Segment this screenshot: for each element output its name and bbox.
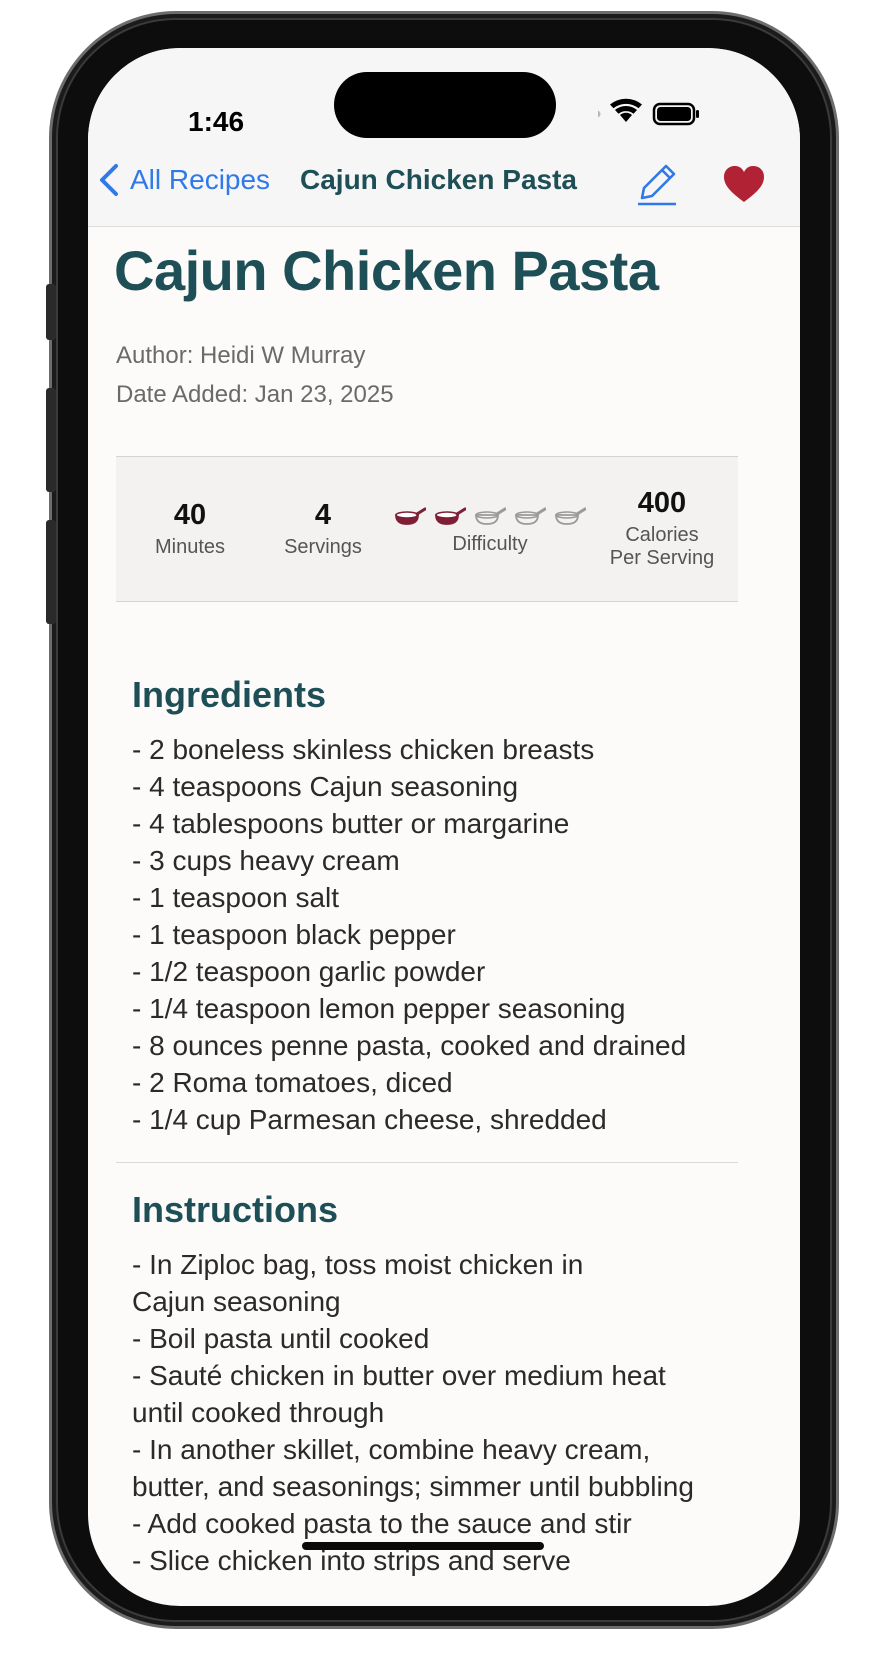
frying-pan-empty-icon [515, 507, 546, 525]
navigation-bar: 1:46 All Recipes Cajun Chicken Pasta [88, 48, 800, 227]
battery-icon [652, 102, 699, 126]
stat-difficulty: Difficulty [392, 507, 588, 556]
ingredient-item: - 1/4 teaspoon lemon pepper seasoning [132, 993, 626, 1024]
ingredient-item: - 3 cups heavy cream [132, 845, 400, 876]
difficulty-label: Difficulty [452, 533, 528, 555]
ingredient-item: - 4 tablespoons butter or margarine [132, 808, 570, 839]
ingredient-item: - 1/2 teaspoon garlic powder [132, 956, 486, 987]
stat-minutes: 40 Minutes [138, 499, 242, 559]
heart-icon [724, 166, 764, 202]
volume-down-button [46, 520, 56, 624]
frying-pan-filled-icon [395, 507, 426, 525]
status-icons [598, 98, 699, 126]
instruction-step: - Boil pasta until cooked [132, 1323, 430, 1354]
servings-label: Servings [284, 536, 362, 558]
section-divider [116, 1162, 738, 1163]
ingredient-item: - 2 boneless skinless chicken breasts [132, 734, 595, 765]
recipe-author: Author: Heidi W Murray [116, 342, 366, 369]
instruction-step: Cajun seasoning [132, 1286, 341, 1317]
pencil-icon [638, 164, 676, 206]
app-screen: 1:46 All Recipes Cajun Chicken Pasta Caj… [88, 48, 800, 1606]
ingredient-item: - 2 Roma tomatoes, diced [132, 1067, 453, 1098]
instruction-step: - Add cooked pasta to the sauce and stir [132, 1508, 632, 1539]
instruction-step: - In another skillet, combine heavy crea… [132, 1434, 651, 1465]
ingredient-item: - 1 teaspoon black pepper [132, 919, 456, 950]
instructions-list: - In Ziploc bag, toss moist chicken in Ca… [132, 1246, 752, 1579]
instruction-step: until cooked through [132, 1397, 385, 1428]
stat-calories: 400 Calories Per Serving [600, 487, 724, 570]
chevron-left-icon [100, 164, 118, 196]
ingredient-item: - 1 teaspoon salt [132, 882, 340, 913]
ingredients-heading: Ingredients [132, 674, 327, 715]
instructions-heading: Instructions [132, 1189, 339, 1230]
ingredient-item: - 1/4 cup Parmesan cheese, shredded [132, 1104, 607, 1135]
stat-servings: 4 Servings [266, 499, 380, 559]
action-button [46, 284, 56, 340]
nav-title: Cajun Chicken Pasta [300, 164, 577, 195]
favorite-button[interactable] [722, 164, 766, 204]
calories-label-line-1: Calories [625, 524, 699, 546]
servings-value: 4 [314, 499, 332, 531]
ingredient-item: - 4 teaspoons Cajun seasoning [132, 771, 519, 802]
calories-label-line-2: Per Serving [609, 547, 715, 569]
minutes-label: Minutes [154, 536, 226, 558]
recipe-stats: 40 Minutes 4 Servings Difficulty 400 Cal… [116, 456, 738, 602]
frying-pan-empty-icon [555, 507, 586, 525]
recipe-date-added: Date Added: Jan 23, 2025 [116, 381, 394, 408]
instruction-step: butter, and seasonings; simmer until bub… [132, 1471, 694, 1502]
edit-button[interactable] [636, 162, 680, 206]
wifi-icon [610, 98, 642, 122]
status-time: 1:46 [188, 106, 245, 137]
frying-pan-empty-icon [475, 507, 506, 525]
back-button[interactable]: All Recipes [98, 160, 270, 200]
instruction-step: - Sauté chicken in butter over medium he… [132, 1360, 666, 1391]
dynamic-island [334, 72, 556, 138]
recipe-title: Cajun Chicken Pasta [114, 239, 659, 302]
instruction-step: - In Ziploc bag, toss moist chicken in [132, 1249, 584, 1280]
back-label: All Recipes [130, 164, 271, 195]
volume-up-button [46, 388, 56, 492]
calories-label: Calories Per Serving [600, 524, 724, 570]
calories-value: 400 [637, 487, 687, 519]
difficulty-rating [392, 507, 588, 527]
home-indicator [302, 1542, 544, 1550]
ingredients-list: - 2 boneless skinless chicken breasts - 4… [132, 731, 752, 1138]
cellular-signal-icon [598, 110, 601, 118]
minutes-value: 40 [173, 499, 207, 531]
frying-pan-filled-icon [435, 507, 466, 525]
ingredient-item: - 8 ounces penne pasta, cooked and drain… [132, 1030, 687, 1061]
